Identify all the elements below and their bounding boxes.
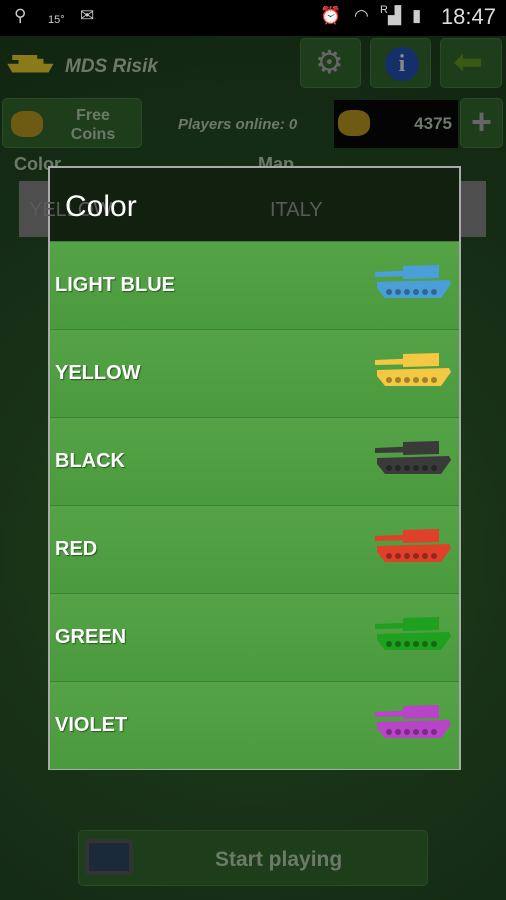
back-button[interactable]: ⬅ [440, 38, 502, 88]
coin-balance: 4375 [334, 100, 458, 148]
color-option-red[interactable]: RED [50, 505, 459, 593]
signal-icon: ▟ [388, 6, 402, 25]
add-coins-button[interactable]: + [460, 98, 503, 148]
clock: 18:47 [440, 4, 496, 29]
tank-icon [375, 529, 451, 562]
color-option-yellow[interactable]: YELLOW [50, 329, 459, 417]
color-option-label: YELLOW [55, 362, 141, 384]
coins-icon [11, 111, 43, 137]
usb-icon: ⚲ [14, 6, 27, 25]
players-online: Players online: 0 [178, 116, 298, 133]
back-arrow-icon: ⬅ [453, 41, 484, 82]
tank-icon [375, 353, 451, 386]
wifi-icon: ◠ [354, 6, 369, 25]
start-playing-label: Start playing [215, 848, 343, 871]
info-button[interactable]: i [370, 38, 431, 88]
coins-icon [338, 110, 370, 136]
color-option-violet[interactable]: VIOLET [50, 681, 459, 769]
tank-icon [375, 705, 451, 738]
free-coins-button[interactable]: Free Coins [2, 98, 142, 148]
tank-icon [375, 441, 451, 474]
color-picker-dialog: Color LIGHT BLUE YELLOW BLACK RED GREEN … [48, 166, 461, 770]
start-playing-button[interactable]: Start playing [78, 830, 428, 886]
color-option-label: GREEN [55, 626, 127, 648]
weather-temperature: 15° [48, 14, 65, 26]
roaming-indicator: R [380, 4, 388, 16]
alarm-icon: ⏰ [320, 6, 342, 25]
color-option-label: LIGHT BLUE [55, 274, 175, 296]
color-option-light-blue[interactable]: LIGHT BLUE [50, 241, 459, 329]
color-option-label: RED [55, 538, 98, 560]
map-spinner-value: ITALY [270, 199, 323, 221]
monitor-icon [85, 839, 133, 875]
dialog-title-bar: Color [50, 168, 459, 241]
color-option-black[interactable]: BLACK [50, 417, 459, 505]
app-title: MDS Risik [65, 56, 158, 77]
free-coins-label: Free Coins [70, 107, 116, 143]
gear-icon: ⚙ [315, 44, 344, 80]
color-option-label: BLACK [55, 450, 125, 472]
color-option-label: VIOLET [55, 714, 128, 736]
settings-button[interactable]: ⚙ [300, 38, 361, 88]
battery-icon: ▮ [412, 6, 422, 25]
status-bar: ⚲ 15° ✉ ⏰ ◠ R ▟ ▮ 18:47 [0, 0, 506, 36]
tank-icon [375, 617, 451, 650]
tank-icon [6, 52, 56, 83]
tank-icon [375, 265, 451, 298]
coin-count: 4375 [414, 114, 452, 133]
email-icon: ✉ [80, 6, 95, 25]
info-icon: i [385, 47, 419, 81]
color-option-green[interactable]: GREEN [50, 593, 459, 681]
dialog-title: Color [65, 190, 137, 223]
